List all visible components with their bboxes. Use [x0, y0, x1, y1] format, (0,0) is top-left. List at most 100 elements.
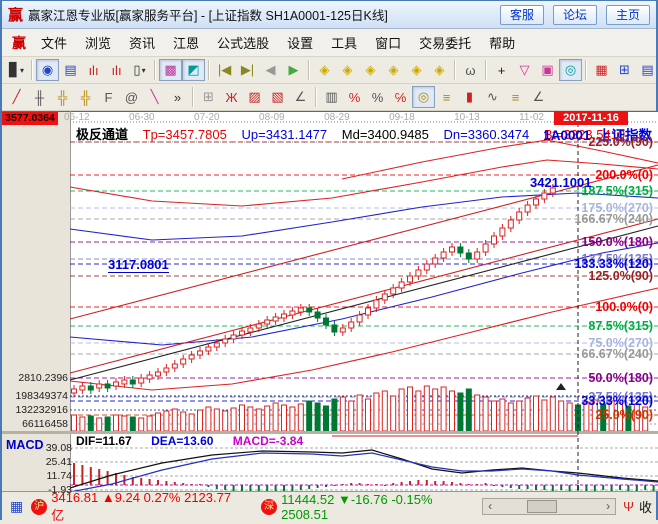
- menu-item-2[interactable]: 资讯: [120, 31, 164, 54]
- menu-items: 文件浏览资讯江恩公式选股设置工具窗口交易委托帮助: [32, 31, 524, 54]
- candle-period-icon[interactable]: ▯▾: [128, 59, 151, 81]
- pencil-draw-icon[interactable]: ╱: [5, 86, 28, 108]
- yellow-diamond-h-icon[interactable]: ◈: [359, 59, 382, 81]
- percent-levels-icon[interactable]: ℅: [389, 86, 412, 108]
- gann-box-icon[interactable]: ▨: [243, 86, 266, 108]
- chart-style-icon[interactable]: ▊▾: [5, 59, 28, 81]
- hand-tool-icon[interactable]: ω: [459, 59, 482, 81]
- menu-item-7[interactable]: 窗口: [366, 31, 410, 54]
- calculator-icon[interactable]: ⊞: [613, 59, 636, 81]
- percent-level-label: 50.0%(180): [588, 371, 653, 385]
- menu-item-6[interactable]: 工具: [322, 31, 366, 54]
- price-mark-icon[interactable]: ▮: [458, 86, 481, 108]
- yellow-diamond-v-icon[interactable]: ◈: [428, 59, 451, 81]
- pink-pencil-icon[interactable]: ╲: [143, 86, 166, 108]
- scrollbar-thumb[interactable]: [527, 500, 557, 513]
- toolbar-separator: [454, 60, 456, 80]
- spiral-icon[interactable]: @: [120, 86, 143, 108]
- bar-3-icon[interactable]: ılı: [82, 59, 105, 81]
- macd-tick-3: 11.74: [2, 470, 72, 482]
- fan-lines-icon[interactable]: Ж: [220, 86, 243, 108]
- notebook-icon[interactable]: ▤: [636, 59, 656, 81]
- scroll-right-icon[interactable]: ›: [601, 499, 615, 514]
- cup-tool-icon[interactable]: ▣: [536, 59, 559, 81]
- menu-item-3[interactable]: 江恩: [164, 31, 208, 54]
- gold-circle-icon[interactable]: ◎: [412, 86, 435, 108]
- color-chart-icon[interactable]: ◩: [182, 59, 205, 81]
- volume-tick-2: 132232916: [2, 404, 68, 416]
- gold-grid2-icon[interactable]: ╬: [74, 86, 97, 108]
- service-button[interactable]: 客服: [500, 5, 544, 25]
- yellow-diamond-x-icon[interactable]: ◈: [382, 59, 405, 81]
- fibonacci-grid-icon[interactable]: F: [97, 86, 120, 108]
- percent-line-icon[interactable]: %: [343, 86, 366, 108]
- channel-dn-value: Dn=3360.3474: [444, 127, 530, 142]
- menu-item-0[interactable]: 文件: [32, 31, 76, 54]
- channel-up-value: Up=3431.1477: [241, 127, 327, 142]
- last-page-icon[interactable]: ▶|: [236, 59, 259, 81]
- shanghai-market-icon[interactable]: 沪: [31, 499, 47, 515]
- gann-square-icon[interactable]: ▧: [266, 86, 289, 108]
- menu-item-1[interactable]: 浏览: [76, 31, 120, 54]
- macd-dea-value: DEA=13.60: [151, 434, 213, 448]
- yellow-diamond-cross-icon[interactable]: ◈: [405, 59, 428, 81]
- trend-network-icon[interactable]: ◉: [36, 59, 59, 81]
- next-page-icon[interactable]: ▶: [282, 59, 305, 81]
- app-window: 赢 赢家江恩专业版[赢家服务平台] - [上证指数 SH1A0001-125日K…: [0, 0, 658, 520]
- volume-tick-1: 198349374: [2, 390, 68, 402]
- gold-level2-icon[interactable]: ≡: [504, 86, 527, 108]
- volume-tick-3: 66116458: [2, 418, 68, 430]
- shenzhen-index-quote: 11444.52 ▼-16.76 -0.15% 2508.51: [281, 492, 482, 522]
- gold-grid-icon[interactable]: ╬: [51, 86, 74, 108]
- percent-level-label: 125.0%(90): [588, 269, 653, 283]
- date-tick-label: 07-20: [194, 112, 220, 123]
- menu-item-9[interactable]: 帮助: [480, 31, 524, 54]
- menu-item-4[interactable]: 公式选股: [208, 31, 278, 54]
- first-page-icon[interactable]: |◀: [213, 59, 236, 81]
- shenzhen-market-icon[interactable]: 深: [261, 499, 277, 515]
- yellow-diamond-left-icon[interactable]: ◈: [336, 59, 359, 81]
- chart-area[interactable]: 3577.0364 06-1206-3007-2008-0908-2909-18…: [2, 111, 656, 491]
- percent-level-label: 225.0%(90): [588, 135, 653, 149]
- box-frame-icon[interactable]: ⊞: [197, 86, 220, 108]
- pattern-icon[interactable]: ▩: [159, 59, 182, 81]
- percent-level-label: 87.5%(315): [588, 319, 653, 333]
- horizontal-scrollbar[interactable]: ‹ ›: [482, 498, 616, 515]
- channel-tp-value: Tp=3457.7805: [143, 127, 227, 142]
- brain-tool-icon[interactable]: ◎: [559, 59, 582, 81]
- percent-icon[interactable]: %: [366, 86, 389, 108]
- date-tick-label: 10-13: [454, 112, 480, 123]
- gann-grid-icon[interactable]: ╫: [28, 86, 51, 108]
- percent-level-label: 150.0%(180): [581, 235, 653, 249]
- prev-page-icon[interactable]: ◀: [259, 59, 282, 81]
- percent-level-label: 66.67%(240): [581, 347, 653, 361]
- calendar-icon[interactable]: ▦: [590, 59, 613, 81]
- channel-name: 极反通道: [76, 127, 128, 142]
- info-document-icon[interactable]: ▤: [59, 59, 82, 81]
- receive-label: 收: [639, 497, 652, 516]
- toolbar-separator: [585, 60, 587, 80]
- yellow-diamond-right-icon[interactable]: ◈: [313, 59, 336, 81]
- current-date-label: 2017-11-16: [554, 111, 628, 125]
- wave-icon[interactable]: ∿: [481, 86, 504, 108]
- more-tools-icon[interactable]: »: [166, 86, 189, 108]
- channel-md-value: Md=3400.9485: [342, 127, 429, 142]
- flag-tool-icon[interactable]: ▽: [513, 59, 536, 81]
- grid-view-icon[interactable]: ▦: [10, 498, 23, 515]
- scrollbar-track[interactable]: [497, 499, 601, 514]
- forum-button[interactable]: 论坛: [553, 5, 597, 25]
- menu-item-8[interactable]: 交易委托: [410, 31, 480, 54]
- angle-line-icon[interactable]: ∠: [289, 86, 312, 108]
- price-label-3421: 3421.1001: [530, 175, 591, 190]
- gold-lines-icon[interactable]: ≡: [435, 86, 458, 108]
- bar-stat-icon[interactable]: ▥: [320, 86, 343, 108]
- angle-wedge-icon[interactable]: ∠: [527, 86, 550, 108]
- scroll-left-icon[interactable]: ‹: [483, 499, 497, 514]
- bar-9-icon[interactable]: ılı: [105, 59, 128, 81]
- percent-level-label: 200.0%(0): [595, 168, 653, 182]
- home-button[interactable]: 主页: [606, 5, 650, 25]
- dropdown-caret-icon: ▾: [20, 66, 24, 75]
- date-tick-label: 06-12: [64, 112, 90, 123]
- menu-item-5[interactable]: 设置: [278, 31, 322, 54]
- crosshair-icon[interactable]: +: [490, 59, 513, 81]
